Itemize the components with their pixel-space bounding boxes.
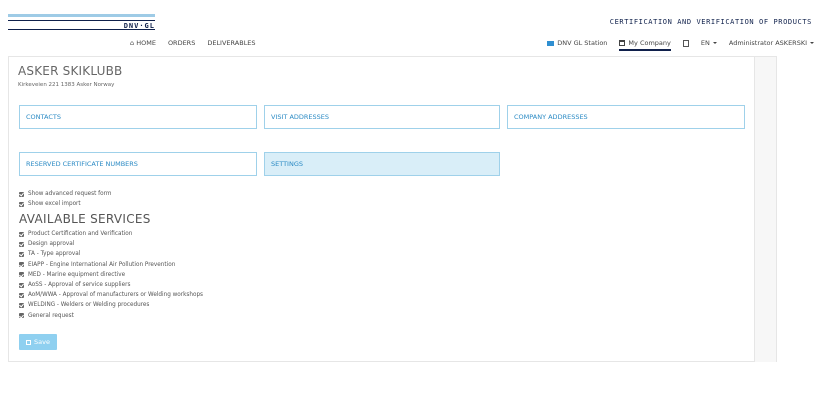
- chevron-down-icon: [810, 42, 814, 44]
- service-eiapp[interactable]: EIAPP - Engine International Air Polluti…: [19, 260, 203, 270]
- service-welding[interactable]: WELDING - Welders or Welding procedures: [19, 300, 203, 310]
- service-type-approval[interactable]: TA - Type approval: [19, 249, 203, 259]
- save-button[interactable]: Save: [19, 334, 57, 350]
- user-menu-dropdown[interactable]: Administrator ASKERSKI: [729, 39, 814, 47]
- service-design-approval[interactable]: Design approval: [19, 239, 203, 249]
- side-panel: [755, 56, 777, 362]
- nav-orders[interactable]: ORDERS: [168, 39, 195, 47]
- option-advanced-request-form[interactable]: Show advanced request form: [19, 189, 111, 199]
- service-aoss[interactable]: AoSS - Approval of service suppliers: [19, 280, 203, 290]
- service-aom-wwa[interactable]: AoM/WWA - Approval of manufacturers or W…: [19, 290, 203, 300]
- dnv-gl-logo[interactable]: DNV·GL: [8, 14, 155, 30]
- checkbox[interactable]: [19, 231, 24, 237]
- checkbox[interactable]: [19, 292, 24, 298]
- checkbox[interactable]: [19, 302, 24, 308]
- nav-dnv-gl-station[interactable]: DNV GL Station: [547, 39, 607, 47]
- main-nav: ⌂ HOME ORDERS DELIVERABLES: [130, 39, 256, 47]
- service-general-request[interactable]: General request: [19, 311, 203, 321]
- book-icon: [682, 39, 689, 47]
- logo-text: DNV·GL: [123, 22, 155, 30]
- checkbox[interactable]: [19, 201, 24, 207]
- option-excel-import[interactable]: Show excel import: [19, 199, 111, 209]
- floppy-disk-icon: [26, 339, 32, 345]
- logo-bar: [8, 14, 155, 17]
- nav-deliverables[interactable]: DELIVERABLES: [207, 39, 255, 47]
- user-nav: DNV GL Station My Company EN Administrat…: [547, 39, 814, 51]
- checkbox[interactable]: [19, 313, 24, 319]
- checkbox[interactable]: [19, 251, 24, 257]
- service-med[interactable]: MED - Marine equipment directive: [19, 270, 203, 280]
- company-address: Kirkeveien 221 1383 Asker Norway: [18, 82, 115, 88]
- checkbox[interactable]: [19, 191, 24, 197]
- available-services-heading: AVAILABLE SERVICES: [19, 212, 151, 226]
- options-list: Show advanced request form Show excel im…: [19, 189, 111, 209]
- tile-company-addresses[interactable]: COMPANY ADDRESSES: [507, 105, 745, 129]
- help-book-button[interactable]: [682, 39, 689, 47]
- chevron-down-icon: [712, 42, 717, 44]
- tile-visit-addresses[interactable]: VISIT ADDRESSES: [264, 105, 500, 129]
- tile-reserved-certificate-numbers[interactable]: RESERVED CERTIFICATE NUMBERS: [19, 152, 257, 176]
- nav-home[interactable]: ⌂ HOME: [130, 39, 156, 47]
- services-list: Product Certification and Verification D…: [19, 229, 203, 321]
- app-title: CERTIFICATION AND VERIFICATION OF PRODUC…: [609, 18, 812, 26]
- company-name: ASKER SKIKLUBB: [18, 64, 123, 78]
- nav-my-company[interactable]: My Company: [619, 39, 672, 51]
- checkbox[interactable]: [19, 241, 24, 247]
- checkbox[interactable]: [19, 262, 24, 268]
- building-icon: [619, 40, 626, 46]
- checkbox[interactable]: [19, 272, 24, 278]
- logo-bar: [8, 20, 155, 21]
- tile-contacts[interactable]: CONTACTS: [19, 105, 257, 129]
- service-product-certification[interactable]: Product Certification and Verification: [19, 229, 203, 239]
- tile-settings[interactable]: SETTINGS: [264, 152, 500, 176]
- checkbox[interactable]: [19, 282, 24, 288]
- language-dropdown[interactable]: EN: [701, 39, 717, 47]
- station-icon: [547, 40, 555, 46]
